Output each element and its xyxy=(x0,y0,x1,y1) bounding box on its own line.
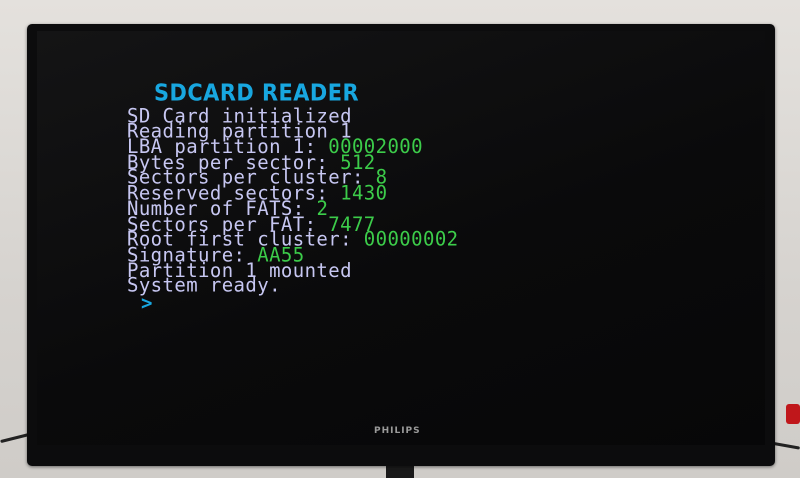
line-value: 1430 xyxy=(340,181,388,205)
monitor: SDCARD READER SD Card initialized Readin… xyxy=(27,24,775,466)
line-value: 00000002 xyxy=(363,227,459,252)
monitor-screen: SDCARD READER SD Card initialized Readin… xyxy=(37,31,765,445)
command-prompt[interactable]: > xyxy=(141,293,459,313)
terminal-output: SDCARD READER SD Card initialized Readin… xyxy=(127,80,459,314)
photo-scene: SDCARD READER SD Card initialized Readin… xyxy=(0,0,800,478)
monitor-stand xyxy=(386,466,414,478)
monitor-brand-logo: PHILIPS xyxy=(374,426,421,436)
red-object xyxy=(786,404,800,424)
terminal-title: SDCARD READER xyxy=(154,80,360,107)
